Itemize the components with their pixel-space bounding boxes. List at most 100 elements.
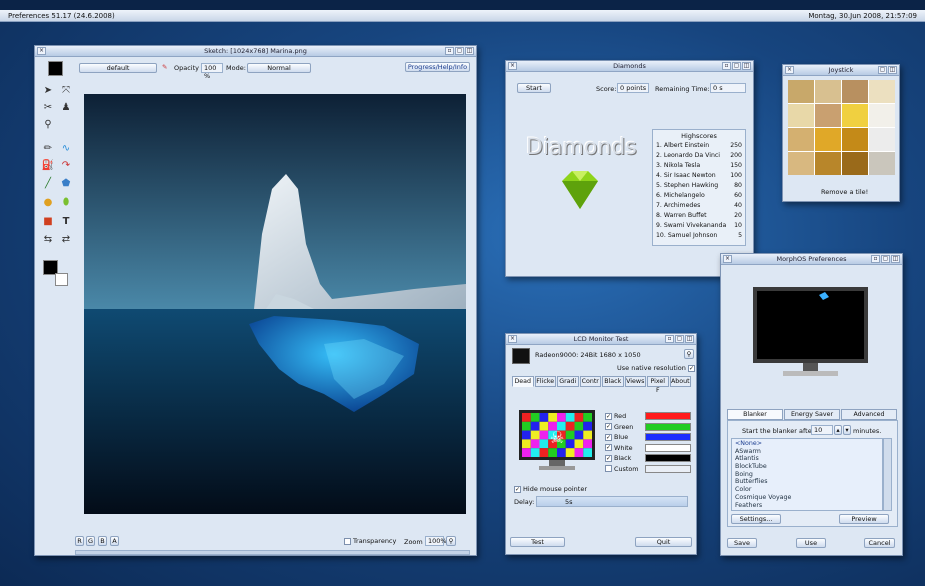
blanker-list-scrollbar[interactable] (883, 438, 892, 511)
canvas-image[interactable] (84, 94, 466, 514)
channel-r-button[interactable]: R (75, 536, 84, 546)
depth-icon[interactable]: ◫ (742, 62, 751, 70)
horizontal-scrollbar[interactable] (75, 550, 470, 555)
puzzle-tile[interactable] (788, 128, 814, 151)
puzzle-tile[interactable] (788, 104, 814, 127)
close-icon[interactable]: × (37, 47, 46, 55)
flip-icon[interactable]: ⇆ (41, 233, 55, 247)
puzzle-tile[interactable] (815, 80, 841, 103)
sketch-titlebar[interactable]: × Sketch: [1024x768] Marina.png ▫ ▢ ◫ (35, 46, 476, 57)
channel-a-button[interactable]: A (110, 536, 119, 546)
mode-selector[interactable]: Normal (247, 63, 311, 73)
channel-g-button[interactable]: G (86, 536, 95, 546)
current-color-swatch[interactable] (48, 61, 63, 76)
puzzle-tile[interactable] (815, 104, 841, 127)
depth-icon[interactable]: ◫ (891, 255, 900, 263)
lcd-tab[interactable]: Views (624, 376, 646, 387)
iconify-icon[interactable]: ▫ (665, 335, 674, 343)
color-option[interactable]: ✓ White (605, 443, 691, 454)
blanker-list-item[interactable]: BlockTube (732, 463, 882, 471)
puzzle-tile[interactable] (842, 152, 868, 175)
puzzle-tile[interactable] (869, 104, 895, 127)
resize-icon[interactable]: ⤧ (59, 84, 73, 98)
puzzle-tile[interactable] (869, 152, 895, 175)
zoom-icon[interactable]: ▢ (881, 255, 890, 263)
prefs-tab[interactable]: Advanced (841, 409, 897, 420)
cancel-button[interactable]: Cancel (864, 538, 895, 548)
iconify-icon[interactable]: ▫ (722, 62, 731, 70)
puzzle-tile[interactable] (842, 104, 868, 127)
brush-selector[interactable]: default (79, 63, 157, 73)
puzzle-tile[interactable] (869, 80, 895, 103)
preview-button[interactable]: Preview (839, 514, 889, 524)
zoom-cycle-icon[interactable]: ⚲ (446, 536, 456, 546)
line-icon[interactable]: ╱ (41, 177, 55, 191)
opacity-field[interactable]: 100 % (201, 63, 223, 80)
depth-icon[interactable]: ◫ (465, 47, 474, 55)
lcd-tab[interactable]: Black (602, 376, 624, 387)
blanker-list-item[interactable]: Boing (732, 471, 882, 479)
blanker-list-item[interactable]: ASwarm (732, 448, 882, 456)
iconify-icon[interactable]: ▫ (871, 255, 880, 263)
zoom-field[interactable]: 100% (425, 536, 447, 546)
scissors-icon[interactable]: ✂ (41, 101, 55, 115)
prefs-titlebar[interactable]: × MorphOS Preferences ▫ ▢ ◫ (721, 254, 902, 265)
settings-button[interactable]: Settings... (731, 514, 781, 524)
close-icon[interactable]: × (723, 255, 732, 263)
minutes-up-icon[interactable]: ▴ (834, 425, 842, 435)
prefs-tab[interactable]: Energy Saver (784, 409, 840, 420)
minutes-down-icon[interactable]: ▾ (843, 425, 851, 435)
eyedropper-icon[interactable]: ⚲ (41, 118, 55, 132)
rectangle-icon[interactable]: ■ (41, 215, 55, 229)
color-option[interactable]: ✓ Green (605, 422, 691, 433)
lcd-tab[interactable]: Flicke (534, 376, 556, 387)
blanker-list-item[interactable]: Cosmique Voyage (732, 494, 882, 502)
joystick-titlebar[interactable]: × Joystick ▢ ◫ (783, 65, 899, 76)
blanker-list-item[interactable]: Atlantis (732, 455, 882, 463)
depth-icon[interactable]: ◫ (685, 335, 694, 343)
hide-pointer-option[interactable]: ✓ Hide mouse pointer (514, 485, 587, 493)
quit-button[interactable]: Quit (635, 537, 692, 547)
curve-icon[interactable]: ↷ (59, 159, 73, 173)
diamonds-titlebar[interactable]: × Diamonds ▫ ▢ ◫ (506, 61, 753, 72)
test-button[interactable]: Test (510, 537, 565, 547)
zoom-icon[interactable]: ▢ (455, 47, 464, 55)
native-resolution-option[interactable]: Use native resolution ✓ (617, 364, 697, 372)
pointer-icon[interactable]: ➤ (41, 84, 55, 98)
iconify-icon[interactable]: ▫ (445, 47, 454, 55)
close-icon[interactable]: × (785, 66, 794, 74)
depth-icon[interactable]: ◫ (888, 66, 897, 74)
puzzle-tile[interactable] (842, 128, 868, 151)
device-search-icon[interactable]: ⚲ (684, 349, 694, 359)
zoom-icon[interactable]: ▢ (732, 62, 741, 70)
lcd-tab[interactable]: Gradi (557, 376, 579, 387)
rotate-icon[interactable]: ⇄ (59, 233, 73, 247)
puzzle-tile[interactable] (788, 80, 814, 103)
blanker-list-item[interactable]: Feathers (732, 502, 882, 510)
fill-icon[interactable]: ⛽ (41, 159, 55, 173)
brush-tool-icon[interactable]: ∿ (59, 142, 73, 156)
polygon-icon[interactable]: ⬟ (59, 177, 73, 191)
pencil-icon[interactable]: ✏ (41, 142, 55, 156)
lcd-tab[interactable]: Contr (579, 376, 601, 387)
color-option[interactable]: ✓ Black (605, 453, 691, 464)
delay-slider[interactable] (536, 496, 688, 507)
blanker-list-item[interactable]: Butterflies (732, 478, 882, 486)
blanker-list[interactable]: <None> ASwarm Atlantis BlockTube Boing Butter… (731, 438, 883, 511)
puzzle-tile[interactable] (815, 152, 841, 175)
puzzle-tile[interactable] (869, 128, 895, 151)
stamp-icon[interactable]: ♟ (59, 101, 73, 115)
color-option[interactable]: Custom (605, 464, 691, 475)
close-icon[interactable]: × (508, 62, 517, 70)
zoom-icon[interactable]: ▢ (675, 335, 684, 343)
puzzle-tile[interactable] (788, 152, 814, 175)
circle-icon[interactable]: ● (41, 196, 55, 210)
zoom-icon[interactable]: ▢ (878, 66, 887, 74)
ellipse-icon[interactable]: ⬮ (59, 196, 73, 210)
lcd-titlebar[interactable]: × LCD Monitor Test ▫ ▢ ◫ (506, 334, 696, 345)
puzzle-tile[interactable] (842, 80, 868, 103)
lcd-tab[interactable]: Pixel F (647, 376, 669, 394)
prefs-tab[interactable]: Blanker (727, 409, 783, 420)
puzzle-tile[interactable] (815, 128, 841, 151)
lcd-tab[interactable]: Dead (512, 376, 534, 387)
